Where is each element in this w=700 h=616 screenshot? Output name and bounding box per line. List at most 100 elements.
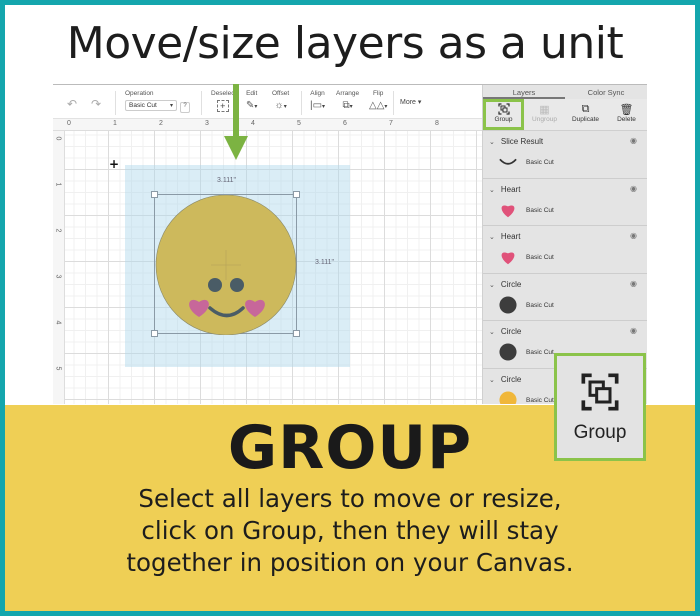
layer-operation: Basic Cut bbox=[526, 254, 554, 261]
help-button[interactable]: ? bbox=[180, 102, 190, 113]
tab-color-sync[interactable]: Color Sync bbox=[565, 85, 647, 99]
height-dimension: 3.111" bbox=[315, 259, 334, 266]
offset-group[interactable]: Offset ☼▾ bbox=[272, 90, 289, 111]
arrange-group[interactable]: Arrange ⧉▾ bbox=[336, 90, 359, 111]
duplicate-button[interactable]: ⧉ Duplicate bbox=[565, 99, 606, 130]
canvas[interactable]: + 3.111" 3.111" bbox=[65, 131, 482, 404]
ruler-number: 0 bbox=[67, 120, 71, 127]
duplicate-icon: ⧉ bbox=[581, 103, 590, 115]
layer-item[interactable]: ⌄ Slice Result ◉ Basic Cut bbox=[483, 131, 647, 179]
delete-label: Delete bbox=[617, 116, 636, 123]
toolbar: ↶ ↷ Operation Basic Cut ▾? Deselec + Edi… bbox=[53, 85, 482, 119]
layer-name-text: Circle bbox=[500, 327, 522, 336]
circle-thumbnail bbox=[499, 295, 517, 314]
eye-icon[interactable]: ◉ bbox=[630, 136, 637, 145]
chevron-down-icon: ▾ bbox=[349, 104, 353, 110]
ruler-number: 8 bbox=[435, 120, 439, 127]
ruler-number: 1 bbox=[113, 120, 117, 127]
operation-select[interactable]: Basic Cut ▾ bbox=[125, 100, 177, 111]
operation-label: Operation bbox=[125, 90, 154, 97]
layer-name: ⌄ Circle bbox=[489, 280, 521, 289]
headline: Move/size layers as a unit bbox=[66, 18, 624, 69]
width-dimension: 3.111" bbox=[217, 177, 236, 184]
offset-label: Offset bbox=[272, 90, 290, 97]
chevron-down-icon: ▾ bbox=[254, 104, 258, 110]
chevron-down-icon[interactable]: ⌄ bbox=[489, 234, 495, 241]
chevron-down-icon[interactable]: ⌄ bbox=[489, 187, 495, 194]
layer-operation: Basic Cut bbox=[526, 159, 554, 166]
layer-item[interactable]: ⌄ Circle ◉ Basic Cut bbox=[483, 274, 647, 321]
ruler-number: 4 bbox=[251, 120, 255, 127]
description-line: Select all layers to move or resize, bbox=[138, 484, 562, 513]
operation-value: Basic Cut bbox=[129, 102, 157, 109]
layer-operation: Basic Cut bbox=[526, 349, 554, 356]
group-button-callout[interactable]: Group bbox=[554, 353, 646, 461]
ungroup-icon: ▦ bbox=[539, 104, 550, 116]
eye-icon[interactable]: ◉ bbox=[630, 279, 637, 288]
layer-item[interactable]: ⌄ Heart ◉ Basic Cut bbox=[483, 226, 647, 274]
ruler-top: 0 1 2 3 4 5 6 7 8 bbox=[53, 119, 482, 131]
layer-actions: Group ▦ Ungroup ⧉ Duplicate 🗑 Delete bbox=[483, 99, 647, 131]
group-icon bbox=[483, 103, 524, 116]
ruler-number: 5 bbox=[54, 366, 62, 371]
right-eye[interactable] bbox=[230, 278, 244, 292]
layer-name: ⌄ Slice Result bbox=[489, 137, 543, 146]
offset-icon: ☼ bbox=[274, 100, 284, 111]
ruler-number: 1 bbox=[54, 182, 62, 187]
description-line: click on Group, then they will stay bbox=[141, 516, 559, 545]
ruler-left: 0 1 2 3 4 5 bbox=[53, 131, 65, 404]
smiley-design[interactable] bbox=[155, 195, 298, 335]
layer-name: ⌄ Circle bbox=[489, 327, 521, 336]
redo-icon[interactable]: ↷ bbox=[91, 97, 101, 111]
flip-label: Flip bbox=[372, 90, 384, 97]
chevron-down-icon: ▾ bbox=[384, 104, 388, 110]
ruler-number: 0 bbox=[54, 136, 62, 141]
arrange-label: Arrange bbox=[336, 90, 360, 97]
toolbar-divider bbox=[301, 91, 302, 115]
layer-name-text: Slice Result bbox=[500, 137, 544, 146]
ruler-number: 5 bbox=[297, 120, 301, 127]
layer-item[interactable]: ⌄ Heart ◉ Basic Cut bbox=[483, 179, 647, 226]
layer-name-text: Circle bbox=[500, 279, 522, 289]
toolbar-divider bbox=[115, 91, 116, 115]
ruler-number: 4 bbox=[54, 320, 62, 325]
green-arrow-indicator bbox=[224, 84, 248, 160]
delete-button[interactable]: 🗑 Delete bbox=[606, 99, 647, 130]
description-line: together in position on your Canvas. bbox=[126, 548, 574, 577]
align-group[interactable]: Align |▭▾ bbox=[310, 90, 325, 111]
layer-operation: Basic Cut bbox=[526, 396, 554, 404]
callout-label: Group bbox=[573, 422, 627, 443]
layer-operation: Basic Cut bbox=[526, 206, 554, 214]
flip-icon: △△ bbox=[369, 100, 385, 111]
group-label: Group bbox=[494, 116, 513, 123]
ungroup-button[interactable]: ▦ Ungroup bbox=[524, 99, 565, 130]
eye-icon[interactable]: ◉ bbox=[630, 326, 637, 335]
layer-name: ⌄ Heart bbox=[489, 232, 520, 241]
chevron-down-icon[interactable]: ⌄ bbox=[489, 282, 495, 289]
eye-icon[interactable]: ◉ bbox=[630, 231, 637, 240]
smile-thumbnail bbox=[499, 158, 517, 165]
layer-name-text: Heart bbox=[500, 232, 521, 241]
layer-name: ⌄ Heart bbox=[489, 185, 520, 194]
flip-group[interactable]: Flip △△▾ bbox=[369, 90, 387, 111]
align-icon: |▭ bbox=[310, 100, 323, 111]
chevron-down-icon[interactable]: ⌄ bbox=[489, 377, 495, 384]
undo-icon[interactable]: ↶ bbox=[67, 97, 77, 111]
crosshair-cursor-icon: + bbox=[109, 157, 120, 171]
ruler-number: 2 bbox=[159, 120, 163, 127]
selection-box[interactable] bbox=[151, 191, 300, 337]
heart-thumbnail bbox=[501, 205, 515, 217]
more-label: More ▾ bbox=[400, 99, 422, 106]
ruler-number: 6 bbox=[343, 120, 347, 127]
toolbar-divider bbox=[201, 91, 202, 115]
more-button[interactable]: More ▾ bbox=[400, 98, 421, 106]
group-button[interactable]: Group bbox=[483, 99, 524, 130]
chevron-down-icon[interactable]: ⌄ bbox=[489, 329, 495, 336]
tab-layers[interactable]: Layers bbox=[483, 85, 565, 99]
left-eye[interactable] bbox=[208, 278, 222, 292]
ruler-number: 3 bbox=[54, 274, 62, 279]
chevron-down-icon: ▾ bbox=[169, 103, 173, 109]
eye-icon[interactable]: ◉ bbox=[630, 184, 637, 193]
layer-operation: Basic Cut bbox=[526, 301, 554, 309]
chevron-down-icon[interactable]: ⌄ bbox=[489, 139, 495, 146]
